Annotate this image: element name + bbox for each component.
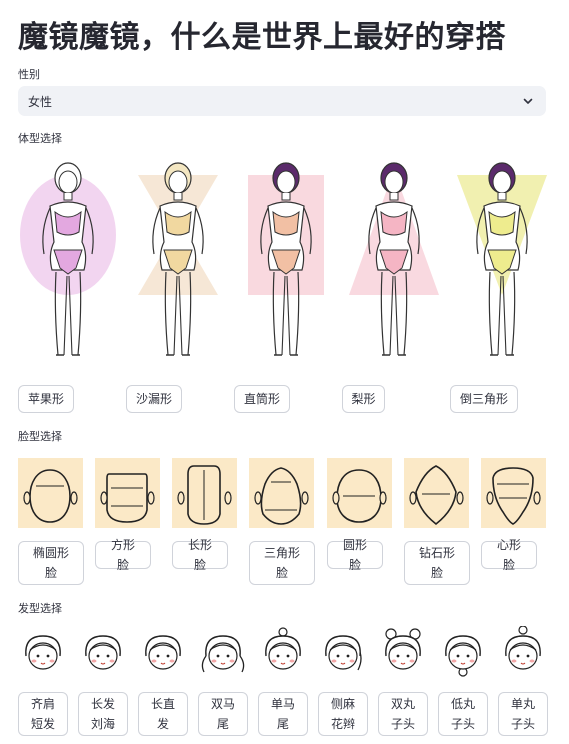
hairstyle-icon xyxy=(505,625,541,670)
hairstyle-avatar-8 xyxy=(438,626,488,678)
body-shape-figure-1 xyxy=(18,150,118,370)
body-shape-gallery xyxy=(18,150,548,370)
face-shape-tile-7 xyxy=(481,458,546,528)
body-shape-figure-3 xyxy=(236,150,336,370)
face-shape-tile-5 xyxy=(327,458,392,528)
hair-option-button-2[interactable]: 长发刘海 xyxy=(78,692,128,736)
hairstyle-icon xyxy=(265,627,301,670)
hairstyle-avatar-4 xyxy=(198,626,248,678)
body-shape-icon xyxy=(349,162,439,356)
body-section-label: 体型选择 xyxy=(18,132,62,145)
gender-label: 性别 xyxy=(18,68,40,81)
face-option-button-2[interactable]: 方形脸 xyxy=(95,538,151,572)
face-option-button-5[interactable]: 圆形脸 xyxy=(327,538,383,572)
face-option-button-6[interactable]: 钻石形脸 xyxy=(404,541,470,585)
page-title: 魔镜魔镜，什么是世界上最好的穿搭 xyxy=(18,20,506,55)
hairstyle-avatar-9 xyxy=(498,625,548,678)
hairstyle-avatar-3 xyxy=(138,626,188,678)
face-shape-icon xyxy=(486,467,541,525)
face-shape-tile-1 xyxy=(18,458,83,528)
face-section-label: 脸型选择 xyxy=(18,430,62,443)
chevron-down-icon xyxy=(523,98,533,104)
face-option-button-4[interactable]: 三角形脸 xyxy=(249,541,315,585)
body-shape-icon xyxy=(248,162,324,356)
hairstyle-icon xyxy=(25,635,61,670)
hairstyle-avatar-5 xyxy=(258,626,308,678)
face-shape-icon xyxy=(23,469,78,523)
body-option-button-2[interactable]: 沙漏形 xyxy=(126,385,182,413)
hair-option-button-5[interactable]: 单马尾 xyxy=(258,692,308,736)
face-shape-icon xyxy=(100,473,155,523)
gender-select[interactable]: 女性 xyxy=(18,86,546,116)
face-option-button-1[interactable]: 椭圆形脸 xyxy=(18,541,84,585)
hair-option-button-6[interactable]: 侧麻花辫 xyxy=(318,692,368,736)
body-shape-icon xyxy=(457,162,547,356)
hairstyle-avatar-6 xyxy=(318,626,368,678)
face-shape-icon xyxy=(254,467,309,525)
face-option-button-3[interactable]: 长形脸 xyxy=(172,538,228,572)
hair-option-button-4[interactable]: 双马尾 xyxy=(198,692,248,736)
hairstyle-icon xyxy=(325,635,362,671)
face-shape-tile-6 xyxy=(404,458,469,528)
face-shape-tile-2 xyxy=(95,458,160,528)
hair-option-button-9[interactable]: 单丸子头 xyxy=(498,692,548,736)
gender-select-value: 女性 xyxy=(28,94,53,109)
body-shape-icon xyxy=(138,162,218,356)
hairstyle-icon xyxy=(85,635,121,670)
body-shape-figure-5 xyxy=(452,150,552,370)
hairstyle-icon xyxy=(201,635,245,673)
hair-option-button-3[interactable]: 长直发 xyxy=(138,692,188,736)
hairstyle-avatar-2 xyxy=(78,626,128,678)
face-shape-tile-3 xyxy=(172,458,237,528)
hair-option-button-8[interactable]: 低丸子头 xyxy=(438,692,488,736)
body-shape-figure-2 xyxy=(128,150,228,370)
face-shape-icon xyxy=(177,465,232,525)
face-shape-icon xyxy=(332,469,387,523)
body-shape-figure-4 xyxy=(344,150,444,370)
face-shape-tile-4 xyxy=(249,458,314,528)
hairstyle-icon xyxy=(385,628,421,670)
hair-option-button-1[interactable]: 齐肩短发 xyxy=(18,692,68,736)
face-option-button-7[interactable]: 心形脸 xyxy=(481,538,537,572)
body-option-button-5[interactable]: 倒三角形 xyxy=(450,385,518,413)
hair-option-button-7[interactable]: 双丸子头 xyxy=(378,692,428,736)
hair-section-label: 发型选择 xyxy=(18,602,62,615)
hairstyle-icon xyxy=(145,635,181,670)
body-option-button-1[interactable]: 苹果形 xyxy=(18,385,74,413)
hairstyle-avatar-1 xyxy=(18,626,68,678)
body-shape-icon xyxy=(20,162,116,356)
hairstyle-icon xyxy=(445,635,481,677)
body-option-button-3[interactable]: 直筒形 xyxy=(234,385,290,413)
face-shape-icon xyxy=(409,465,464,526)
hairstyle-avatar-7 xyxy=(378,626,428,678)
body-option-button-4[interactable]: 梨形 xyxy=(342,385,385,413)
